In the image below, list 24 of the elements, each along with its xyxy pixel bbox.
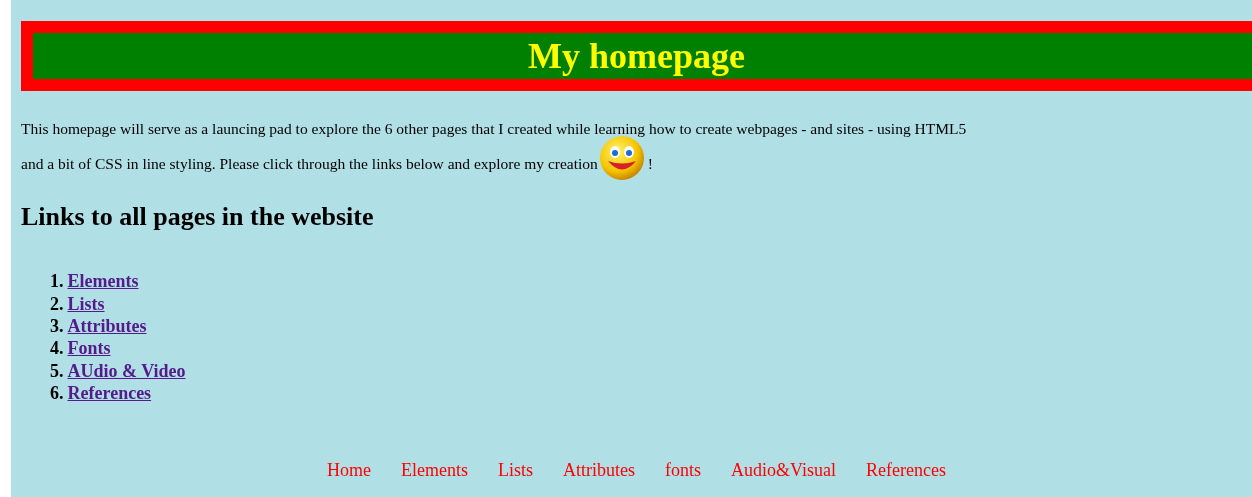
page-link[interactable]: Attributes <box>67 315 147 338</box>
footer-nav-link[interactable]: Home <box>327 460 372 481</box>
list-number: 2. <box>50 292 64 316</box>
footer-nav-link[interactable]: Elements <box>401 460 469 481</box>
page-title: My homepage <box>528 35 745 77</box>
footer-nav-link[interactable]: Attributes <box>563 460 636 481</box>
footer-nav-link[interactable]: fonts <box>665 460 702 481</box>
page-link[interactable]: Lists <box>67 292 105 316</box>
intro-text-line: and a bit of CSS in line styling. Please click through the links below and explore my creation <box>21 155 598 172</box>
list-number: 4. <box>50 337 64 360</box>
list-number: 6. <box>50 381 64 405</box>
page-link[interactable]: Fonts <box>67 337 111 360</box>
page-link[interactable]: Elements <box>67 270 139 293</box>
page-link[interactable]: References <box>67 381 152 405</box>
list-number: 3. <box>50 315 64 338</box>
list-number: 5. <box>50 359 64 382</box>
exclamation-text: ! <box>647 155 653 172</box>
list-number: 1. <box>50 270 64 293</box>
page-link[interactable]: AUdio & Video <box>67 359 186 382</box>
footer-nav-link[interactable]: References <box>866 460 946 481</box>
footer-nav-link[interactable]: Audio&Visual <box>731 460 836 481</box>
section-heading: Links to all pages in the website <box>21 202 375 233</box>
intro-text-line: This homepage will serve as a launcing pad to explore the 6 other pages that I created while learning how to create webpages - and sites - using HTML5 <box>21 119 968 139</box>
footer-nav-link[interactable]: Lists <box>498 460 534 481</box>
